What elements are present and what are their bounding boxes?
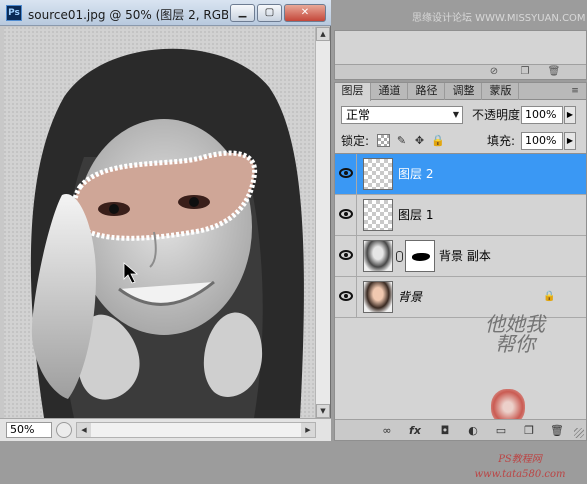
eye-icon: [339, 209, 353, 219]
visibility-toggle[interactable]: [335, 195, 357, 235]
fill-input[interactable]: 100%: [521, 132, 563, 150]
eye-icon: [339, 168, 353, 178]
close-button[interactable]: ✕: [284, 4, 326, 22]
status-bar: 50% ◀ ▶: [0, 418, 331, 441]
layer-thumbnail: [363, 158, 393, 190]
zoom-level-field[interactable]: 50%: [6, 422, 52, 438]
layer-list: 图层 2 图层 1 背景 副本 背景 🔒 他她我帮你 PS教程网 www.tat…: [335, 153, 586, 480]
layer-name[interactable]: 背景: [398, 289, 422, 305]
layers-panel: 图层 通道 路径 调整 蒙版 ≡ 正常 ▼ 不透明度: 100% ▶ 锁定: ✎…: [334, 82, 587, 480]
photoshop-icon: Ps: [6, 5, 22, 21]
opacity-slider-button[interactable]: ▶: [564, 106, 576, 124]
scroll-down-icon[interactable]: ▼: [316, 404, 330, 418]
tab-paths[interactable]: 路径: [409, 83, 445, 100]
tab-channels[interactable]: 通道: [372, 83, 408, 100]
fx-icon[interactable]: fx: [407, 424, 423, 437]
layer-thumbnail: [363, 199, 393, 231]
document-window: Ps source01.jpg @ 50% (图层 2, RGB/... ▁ ▢…: [0, 0, 331, 441]
horizontal-scrollbar[interactable]: ◀ ▶: [76, 422, 316, 438]
eye-icon: [339, 291, 353, 301]
lock-pixels-icon[interactable]: ✎: [395, 134, 408, 147]
document-title-bar[interactable]: Ps source01.jpg @ 50% (图层 2, RGB/... ▁ ▢…: [0, 0, 331, 26]
layer-name[interactable]: 背景 副本: [439, 248, 491, 264]
blend-mode-value: 正常: [346, 108, 371, 122]
tab-adjustments[interactable]: 调整: [446, 83, 482, 100]
blend-mode-select[interactable]: 正常 ▼: [341, 106, 463, 124]
layer-name[interactable]: 图层 2: [398, 166, 433, 182]
lock-transparency-icon[interactable]: [377, 134, 390, 147]
tab-masks[interactable]: 蒙版: [483, 83, 519, 100]
fill-label: 填充:: [487, 134, 516, 148]
new-group-icon[interactable]: ▭: [493, 424, 509, 437]
layer-name[interactable]: 图层 1: [398, 207, 433, 223]
add-mask-icon[interactable]: ◘: [437, 424, 453, 437]
layer-thumbnail: [363, 281, 393, 313]
lock-all-icon[interactable]: 🔒: [431, 134, 445, 147]
visibility-toggle[interactable]: [335, 277, 357, 317]
mask-link-icon[interactable]: [396, 251, 403, 262]
trash-icon[interactable]: 🗑: [547, 66, 561, 78]
maximize-button[interactable]: ▢: [257, 4, 282, 22]
image-canvas[interactable]: [4, 27, 315, 418]
history-panel: ⊘ ❐ 🗑: [334, 30, 587, 80]
trash-icon[interactable]: 🗑: [549, 424, 565, 437]
mask-shape: [412, 253, 430, 261]
link-icon[interactable]: ∞: [379, 424, 395, 437]
lock-position-icon[interactable]: ✥: [413, 134, 426, 147]
lock-icon: 🔒: [543, 291, 556, 302]
visibility-toggle[interactable]: [335, 154, 357, 194]
resize-grip[interactable]: [574, 428, 584, 438]
layer-thumbnail: [363, 240, 393, 272]
tab-layers[interactable]: 图层: [335, 83, 371, 101]
document-title: source01.jpg @ 50% (图层 2, RGB/...: [28, 8, 228, 22]
layer-row-background-copy[interactable]: 背景 副本: [335, 236, 586, 277]
minimize-button[interactable]: ▁: [230, 4, 255, 22]
scroll-left-icon[interactable]: ◀: [77, 423, 91, 437]
no-symbol-icon[interactable]: ⊘: [487, 66, 501, 78]
layer-mask-thumbnail[interactable]: [405, 240, 435, 272]
eye-icon: [339, 250, 353, 260]
opacity-input[interactable]: 100%: [521, 106, 563, 124]
scroll-right-icon[interactable]: ▶: [301, 423, 315, 437]
history-toolbar: ⊘ ❐ 🗑: [335, 64, 586, 79]
panel-tabs: 图层 通道 路径 调整 蒙版 ≡: [335, 83, 586, 101]
adjustment-layer-icon[interactable]: ◐: [465, 424, 481, 437]
vertical-scrollbar[interactable]: ▲ ▼: [315, 27, 330, 418]
visibility-toggle[interactable]: [335, 236, 357, 276]
canvas-image: [4, 27, 315, 418]
layer-row-background[interactable]: 背景 🔒: [335, 277, 586, 318]
panel-menu-icon[interactable]: ≡: [568, 86, 582, 97]
watermark-site-text: PS教程网 www.tata580.com: [474, 454, 566, 480]
fill-slider-button[interactable]: ▶: [564, 132, 576, 150]
layer-row-layer2[interactable]: 图层 2: [335, 154, 586, 195]
new-snapshot-icon[interactable]: ❐: [518, 66, 532, 78]
lock-label: 锁定:: [341, 134, 370, 148]
watermark-text: 思缘设计论坛 WWW.MISSYUAN.COM: [412, 13, 586, 24]
opacity-label: 不透明度:: [472, 108, 525, 122]
layer-row-layer1[interactable]: 图层 1: [335, 195, 586, 236]
chevron-down-icon: ▼: [452, 110, 459, 119]
new-layer-icon[interactable]: ❐: [521, 424, 537, 437]
layers-toolbar: ∞ fx ◘ ◐ ▭ ❐ 🗑: [335, 419, 586, 440]
scroll-up-icon[interactable]: ▲: [316, 27, 330, 41]
status-menu-button[interactable]: [56, 422, 72, 438]
